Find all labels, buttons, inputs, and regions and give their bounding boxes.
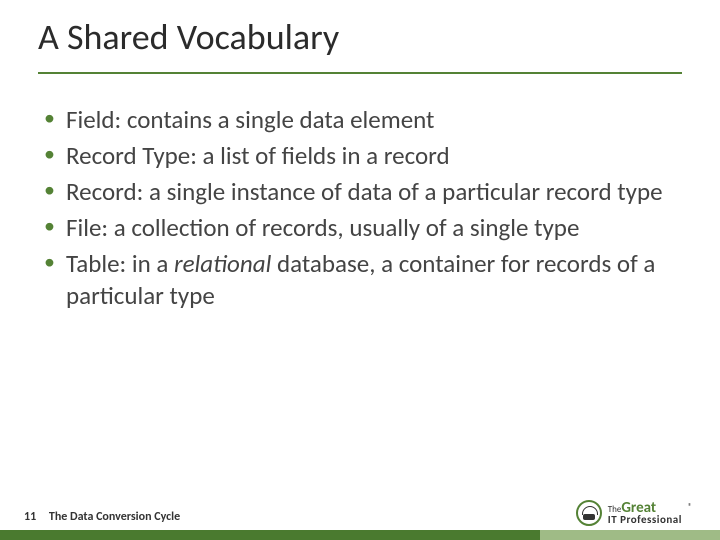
bullet-text: Field: contains a single data element (66, 104, 434, 135)
bullet-text-emphasis: relational (174, 248, 271, 279)
bullet-item: Table: in a relational database, a conta… (40, 248, 680, 312)
bullet-item: Record: a single instance of data of a p… (40, 176, 680, 208)
footer: 11 The Data Conversion Cycle TheGreat IT… (0, 492, 720, 540)
bullet-item: File: a collection of records, usually o… (40, 212, 680, 244)
slide-body: Field: contains a single data element Re… (0, 74, 720, 540)
slide-title: A Shared Vocabulary (38, 18, 682, 58)
bullet-list: Field: contains a single data element Re… (40, 104, 680, 312)
bullet-text: Table: in a (66, 248, 174, 279)
bullet-item: Field: contains a single data element (40, 104, 680, 136)
registered-mark: ® (688, 502, 692, 512)
bullet-text: Record Type: a list of fields in a recor… (66, 140, 450, 171)
footer-caption: 11 The Data Conversion Cycle (24, 510, 180, 524)
logo-text: TheGreat IT Professional (608, 501, 682, 525)
title-area: A Shared Vocabulary (0, 0, 720, 66)
footer-bar-segment (0, 530, 540, 540)
page-number: 11 (24, 510, 36, 524)
logo-icon (576, 500, 602, 526)
slide: A Shared Vocabulary Field: contains a si… (0, 0, 720, 540)
bullet-text: File: a collection of records, usually o… (66, 212, 579, 243)
brand-logo: TheGreat IT Professional ® (576, 500, 692, 526)
footer-bar-segment (540, 530, 720, 540)
logo-line3: IT Professional (608, 515, 682, 525)
footer-bar (0, 530, 720, 540)
bullet-text: Record: a single instance of data of a p… (66, 176, 663, 207)
bullet-item: Record Type: a list of fields in a recor… (40, 140, 680, 172)
footer-title: The Data Conversion Cycle (49, 510, 180, 524)
